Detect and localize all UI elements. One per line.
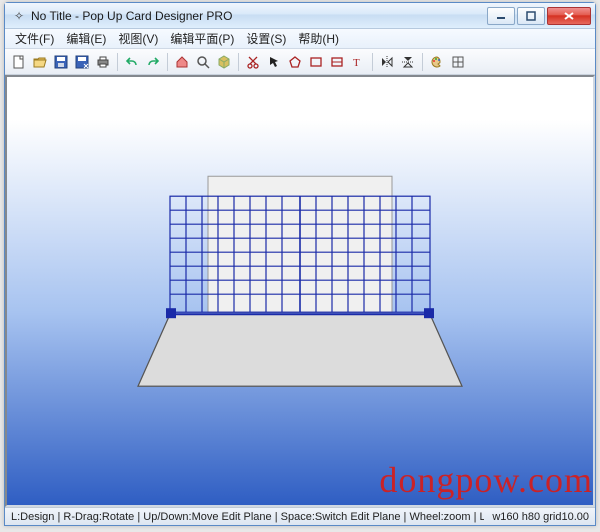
toolbar-separator (117, 53, 118, 71)
pointer-icon (267, 55, 281, 69)
minimize-button[interactable] (487, 7, 515, 25)
menu-settings[interactable]: 设置(S) (240, 28, 292, 49)
palette-icon (430, 55, 444, 69)
close-icon (563, 11, 575, 21)
tb-grid[interactable] (448, 52, 468, 72)
save-as-icon (75, 55, 89, 69)
grid-icon (451, 55, 465, 69)
title-bar[interactable]: ✧ No Title - Pop Up Card Designer PRO (5, 3, 595, 29)
home-icon (175, 55, 189, 69)
mirror-h-icon (380, 55, 394, 69)
window-controls (487, 7, 591, 25)
svg-text:T: T (353, 57, 360, 69)
toolbar-separator (422, 53, 423, 71)
tb-new[interactable] (9, 52, 29, 72)
tb-select[interactable] (264, 52, 284, 72)
toolbar-separator (238, 53, 239, 71)
tb-save-as[interactable] (72, 52, 92, 72)
menu-file[interactable]: 文件(F) (9, 28, 60, 49)
print-icon (96, 55, 110, 69)
undo-icon (125, 55, 139, 69)
app-window: ✧ No Title - Pop Up Card Designer PRO 文件… (4, 2, 596, 526)
text-icon: T (351, 55, 365, 69)
tb-rect-2[interactable] (327, 52, 347, 72)
tb-mirror-h[interactable] (377, 52, 397, 72)
new-file-icon (12, 55, 26, 69)
toolbar-separator (167, 53, 168, 71)
maximize-button[interactable] (517, 7, 545, 25)
toolbar: T (5, 49, 595, 75)
polygon-icon (288, 55, 302, 69)
cube-icon (217, 55, 231, 69)
close-button[interactable] (547, 7, 591, 25)
menu-help[interactable]: 帮助(H) (292, 28, 345, 49)
menu-edit[interactable]: 编辑(E) (60, 28, 112, 49)
tb-undo[interactable] (122, 52, 142, 72)
watermark: dongpow.com (379, 459, 593, 501)
maximize-icon (526, 11, 536, 21)
tb-zoom[interactable] (193, 52, 213, 72)
tb-polygon[interactable] (285, 52, 305, 72)
tb-mirror-v[interactable] (398, 52, 418, 72)
magnifier-icon (196, 55, 210, 69)
tb-palette[interactable] (427, 52, 447, 72)
redo-icon (146, 55, 160, 69)
status-bar: L:Design | R-Drag:Rotate | Up/Down:Move … (5, 507, 595, 525)
menu-bar: 文件(F) 编辑(E) 视图(V) 编辑平面(P) 设置(S) 帮助(H) (5, 29, 595, 49)
tb-open[interactable] (30, 52, 50, 72)
tb-reset-view[interactable] (172, 52, 192, 72)
mirror-v-icon (401, 55, 415, 69)
open-folder-icon (33, 55, 47, 69)
status-dims: w160 h80 grid10.00 (484, 511, 589, 523)
popup-card-model (130, 166, 470, 426)
scissors-icon (246, 55, 260, 69)
window-title: No Title - Pop Up Card Designer PRO (31, 9, 232, 23)
tb-rect[interactable] (306, 52, 326, 72)
tb-print[interactable] (93, 52, 113, 72)
save-icon (54, 55, 68, 69)
tb-text[interactable]: T (348, 52, 368, 72)
tb-view-3d[interactable] (214, 52, 234, 72)
minimize-icon (496, 11, 506, 21)
tb-save[interactable] (51, 52, 71, 72)
tb-cut[interactable] (243, 52, 263, 72)
rect2-icon (330, 55, 344, 69)
tb-redo[interactable] (143, 52, 163, 72)
menu-editplane[interactable]: 编辑平面(P) (164, 28, 240, 49)
rect-icon (309, 55, 323, 69)
app-icon: ✧ (11, 8, 27, 24)
design-canvas[interactable]: dongpow.com (5, 75, 595, 507)
status-hints: L:Design | R-Drag:Rotate | Up/Down:Move … (11, 511, 484, 523)
menu-view[interactable]: 视图(V) (112, 28, 164, 49)
toolbar-separator (372, 53, 373, 71)
